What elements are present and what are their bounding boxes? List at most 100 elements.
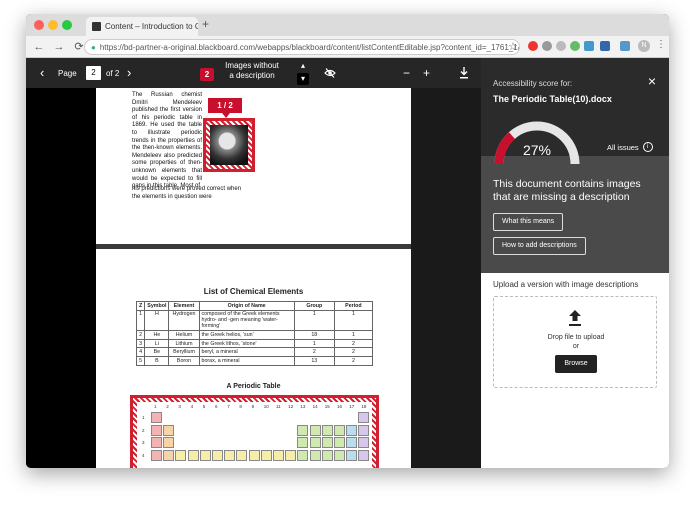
- table-cell: He: [144, 330, 170, 340]
- image-missing-description-highlight[interactable]: [203, 118, 255, 172]
- score-for-label: Accessibility score for:: [493, 79, 573, 88]
- document-page-1: The Russian chemist Dmitri Mendeleev pub…: [96, 88, 411, 244]
- all-issues-link[interactable]: All issues i: [607, 142, 653, 152]
- element-cell: [285, 449, 297, 461]
- periodic-table-heading: A Periodic Table: [226, 383, 281, 390]
- document-filename: The Periodic Table(10).docx: [493, 94, 612, 104]
- table-cell: 1: [333, 309, 374, 332]
- bookmark-star-icon[interactable]: ☆: [508, 40, 518, 53]
- extension-icon[interactable]: [600, 41, 610, 51]
- chemical-elements-table: Z Symbol Element Origin of Name Group Pe…: [135, 301, 374, 366]
- table-cell: the Greek helios, 'sun': [198, 330, 295, 340]
- next-issue-chevron-down-icon[interactable]: ▾: [297, 73, 309, 85]
- element-cell: [321, 449, 333, 461]
- element-cell: [309, 437, 321, 448]
- document-viewer[interactable]: The Russian chemist Dmitri Mendeleev pub…: [26, 88, 481, 468]
- element-cell: [321, 437, 333, 448]
- element-cell: [187, 449, 199, 461]
- group-number-label: 3: [178, 404, 181, 409]
- group-number-label: 7: [227, 404, 230, 409]
- issue-marker-1-of-2[interactable]: 1 / 2: [208, 98, 242, 118]
- profile-avatar[interactable]: N: [638, 40, 650, 52]
- group-number-label: 18: [361, 404, 367, 409]
- browser-tab[interactable]: Content – Introduction to Che ×: [86, 17, 198, 36]
- extension-icon[interactable]: [570, 41, 580, 51]
- drop-file-label: Drop file to upload: [547, 334, 605, 341]
- forward-button[interactable]: →: [52, 41, 66, 53]
- close-window-button[interactable]: [34, 20, 44, 30]
- previous-issue-chevron-up-icon[interactable]: ▴: [297, 60, 309, 72]
- tab-title: Content – Introduction to Che: [105, 22, 198, 31]
- issue-message: This document contains images that are m…: [493, 178, 641, 203]
- group-number-label: 17: [349, 404, 355, 409]
- table-cell: 4: [135, 347, 146, 357]
- col-header-origin: Origin of Name: [198, 301, 295, 311]
- extension-icon[interactable]: [584, 41, 594, 51]
- hide-highlights-eye-off-icon[interactable]: [324, 67, 336, 79]
- table-cell: Hydrogen: [168, 309, 200, 332]
- zoom-in-button[interactable]: +: [423, 66, 430, 80]
- how-to-add-descriptions-button[interactable]: How to add descriptions: [493, 237, 586, 255]
- download-icon[interactable]: [459, 67, 469, 79]
- periodic-table-image: 1 2 3 4 5 6 7 8 9 10 11 12 13 14 15 16 17 18 1 2 3 4: [137, 402, 372, 468]
- zoom-out-button[interactable]: −: [403, 66, 410, 80]
- table-cell: 13: [293, 355, 335, 366]
- table-cell: borax, a mineral: [198, 355, 295, 366]
- table-row: 2 He Helium the Greek helios, 'sun' 18 1: [135, 330, 374, 340]
- table-cell: B: [144, 355, 170, 366]
- address-bar[interactable]: ● https://bd-partner-a-original.blackboa…: [84, 39, 520, 55]
- accessibility-panel: Accessibility score for: The Periodic Ta…: [481, 58, 669, 468]
- issue-type-label: Images without a description: [225, 61, 279, 80]
- element-cell: [163, 424, 175, 436]
- group-number-label: 11: [276, 404, 281, 409]
- browser-menu-icon[interactable]: ⋮: [656, 39, 666, 50]
- table-header-row: Z Symbol Element Origin of Name Group Pe…: [135, 301, 374, 311]
- prev-page-chevron-icon[interactable]: ‹: [40, 65, 44, 80]
- group-number-label: 14: [312, 404, 318, 409]
- group-number-label: 6: [215, 404, 218, 409]
- close-panel-icon[interactable]: ×: [643, 72, 661, 90]
- table-cell: Helium: [168, 330, 200, 340]
- opera-extension-icon[interactable]: [528, 41, 538, 51]
- element-cell: [358, 437, 370, 448]
- group-number-label: 5: [202, 404, 206, 409]
- element-cell: [151, 437, 162, 448]
- table-cell: 2: [293, 347, 335, 357]
- what-this-means-button[interactable]: What this means: [493, 213, 564, 231]
- extension-icon[interactable]: [620, 41, 630, 51]
- table-row: 5 B Boron borax, a mineral 13 2: [135, 355, 374, 366]
- score-percent: 27%: [523, 142, 551, 158]
- group-number-label: 2: [166, 404, 169, 409]
- element-cell: [248, 449, 260, 461]
- back-button[interactable]: ←: [32, 41, 46, 53]
- score-section: Accessibility score for: The Periodic Ta…: [481, 58, 669, 273]
- group-number-label: 12: [288, 404, 294, 409]
- col-header-group: Group: [293, 301, 335, 311]
- table-cell: composed of the Greek elements hydro- an…: [198, 309, 295, 332]
- new-tab-button[interactable]: +: [202, 17, 209, 31]
- file-drop-zone[interactable]: Drop file to upload or Browse: [493, 296, 657, 388]
- viewer-scroll-track[interactable]: [411, 88, 481, 468]
- element-cell: [334, 449, 345, 461]
- or-label: or: [572, 343, 580, 350]
- next-page-chevron-icon[interactable]: ›: [127, 65, 131, 80]
- page-number-input[interactable]: 2: [86, 66, 101, 80]
- lock-icon: ●: [91, 42, 96, 52]
- minimize-window-button[interactable]: [48, 20, 58, 30]
- table-row: 4 Be Beryllium beryl, a mineral 2 2: [135, 347, 374, 357]
- image-missing-description-highlight[interactable]: 1 2 3 4 5 6 7 8 9 10 11 12 13 14 15 16 17 18 1 2 3 4: [130, 395, 379, 468]
- table-cell: 1: [333, 330, 374, 340]
- extension-icon[interactable]: [556, 41, 566, 51]
- extension-icon[interactable]: [542, 41, 552, 51]
- element-cell: [334, 437, 345, 448]
- table-cell: 1: [293, 309, 335, 332]
- favicon-icon: [92, 22, 101, 31]
- table-cell: Be: [144, 347, 170, 357]
- maximize-window-button[interactable]: [62, 20, 72, 30]
- element-cell: [260, 449, 272, 461]
- element-cell: [334, 424, 345, 436]
- page-label: Page: [58, 69, 77, 78]
- score-gauge: 27%: [494, 121, 580, 165]
- browse-button[interactable]: Browse: [555, 355, 597, 373]
- element-cell: [297, 437, 309, 448]
